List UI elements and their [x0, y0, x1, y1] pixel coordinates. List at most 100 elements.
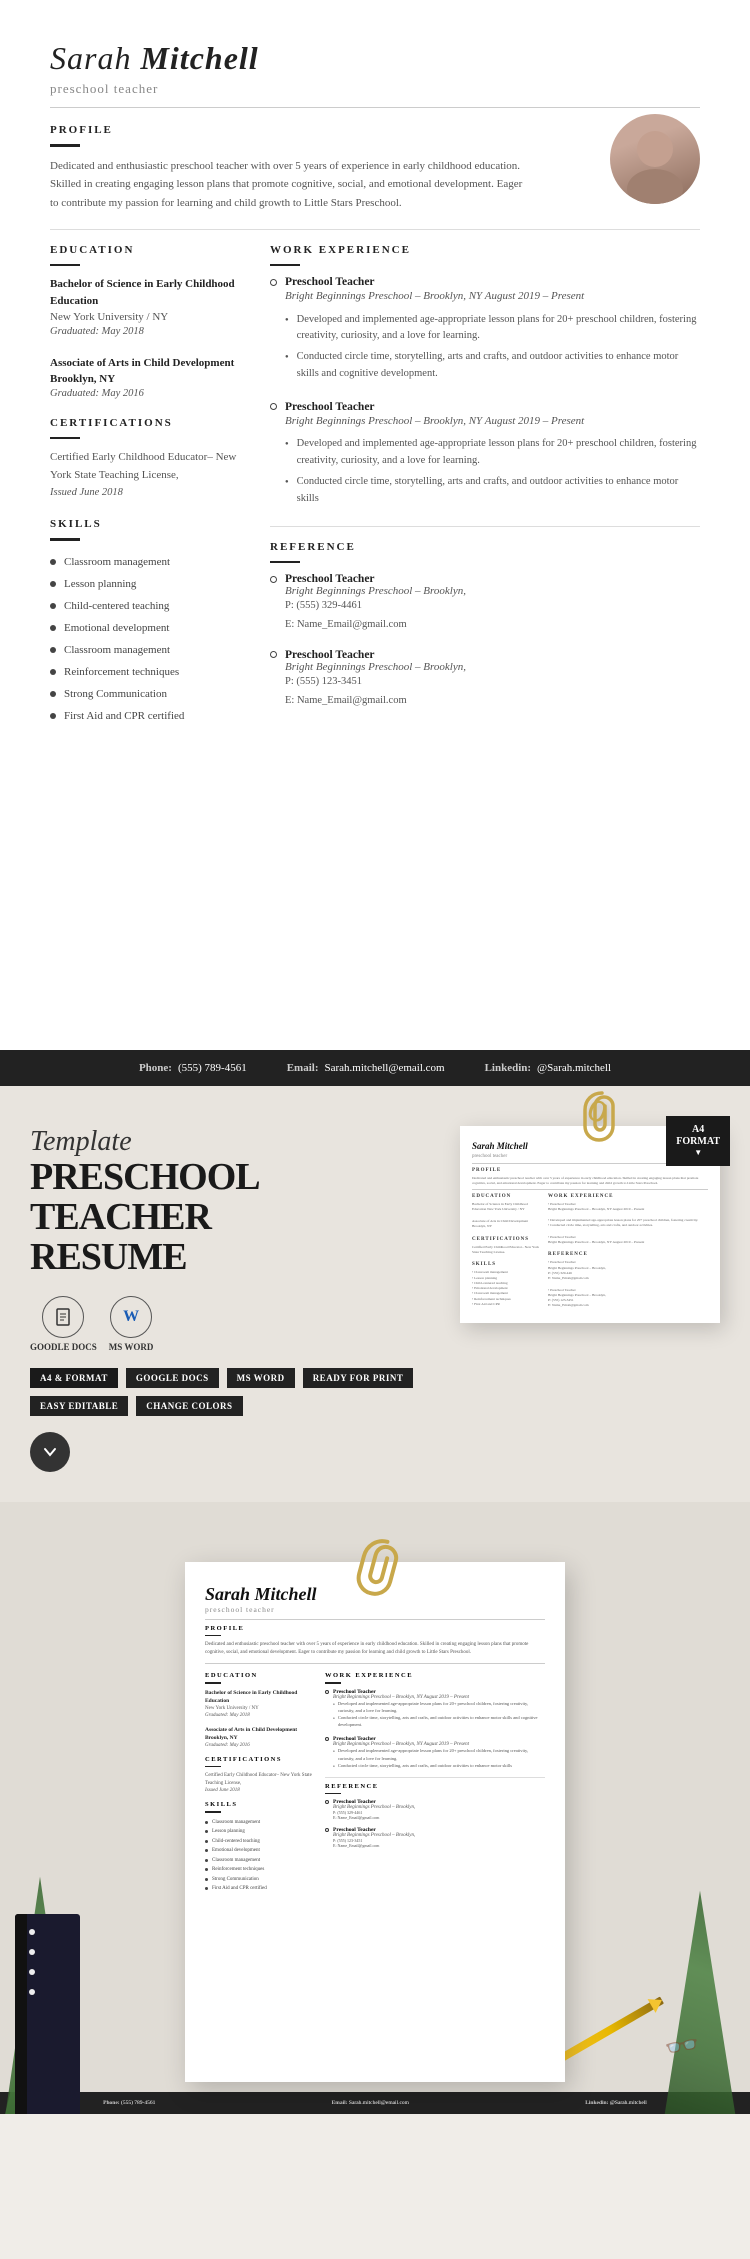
mini-resume: A4 FORMAT ▼ Sarah Mitchell preschool tea… — [460, 1126, 720, 1323]
p3-work-2: Preschool Teacher Bright Beginnings Pres… — [325, 1736, 545, 1769]
format-badge: A4 FORMAT ▼ — [666, 1116, 730, 1166]
p3-ref-title: REFERENCE — [325, 1783, 545, 1790]
mini-edu-text: Bachelor of Science in Early Childhood E… — [472, 1202, 542, 1213]
work-bullets-2: Developed and implemented age-appropriat… — [285, 436, 700, 507]
skill-text: Lesson planning — [64, 573, 136, 595]
p3-work-1: Preschool Teacher Bright Beginnings Pres… — [325, 1689, 545, 1729]
p3-edu-grad-1: Graduated: May 2018 — [205, 1713, 315, 1718]
format-badge-line1: A4 — [692, 1124, 704, 1135]
p3-edu-grad-2: Graduated: May 2016 — [205, 1743, 315, 1748]
avatar-image — [610, 114, 700, 204]
p3-linkedin-val: @Sarah.mitchell — [610, 2100, 647, 2106]
p3-skill-text: Classroom management — [212, 1818, 260, 1828]
skill-item: Classroom management — [50, 639, 250, 661]
p3-edu-2: Associate of Arts in Child Development B… — [205, 1726, 315, 1748]
p3-skill-text: Reinforcement techniques — [212, 1865, 264, 1875]
avatar — [610, 114, 700, 204]
p3-edu-1: Bachelor of Science in Early Childhood E… — [205, 1689, 315, 1719]
right-column: WORK EXPERIENCE Preschool Teacher Bright… — [270, 244, 700, 727]
p3-phone-val: (555) 789-4561 — [121, 2100, 155, 2106]
bullet — [50, 647, 56, 653]
p3-skill: Emotional development — [205, 1846, 315, 1856]
p3-work-underline — [325, 1682, 341, 1684]
mini-profile-text: Dedicated and enthusiastic preschool tea… — [472, 1176, 708, 1187]
skill-text: Classroom management — [64, 639, 170, 661]
header-title: preschool teacher — [50, 81, 259, 97]
ref-item-1: Preschool Teacher Bright Beginnings Pres… — [270, 573, 700, 635]
promo-inner: Template PRESCHOOL TEACHER RESUME — [30, 1126, 720, 1472]
p3-dot — [205, 1868, 208, 1871]
tag-3: MS WORD — [227, 1368, 295, 1388]
p3-bullets-2: Developed and implemented age-appropriat… — [333, 1747, 545, 1769]
resume-header: Sarah Mitchell preschool teacher — [50, 40, 700, 97]
phone-label: Phone: — [139, 1062, 172, 1074]
p3-cert-title: CERTIFICATIONS — [205, 1756, 315, 1763]
p3-skill: Classroom management — [205, 1818, 315, 1828]
format-badge-line2: FORMAT — [676, 1136, 720, 1147]
work-company-2: Bright Beginnings Preschool – Brooklyn, … — [285, 413, 700, 431]
footer-bar: Phone: (555) 789-4561 Email: Sarah.mitch… — [0, 1050, 750, 1086]
ref-underline — [270, 561, 300, 564]
ref-company-1: Bright Beginnings Preschool – Brooklyn, — [285, 585, 700, 597]
ms-word-icon: W — [110, 1296, 152, 1338]
ref-title-text: Preschool Teacher — [285, 649, 375, 661]
p3-skill: First Aid and CPR certified — [205, 1884, 315, 1894]
ref-circle — [270, 576, 277, 583]
profile-section: PROFILE Dedicated and enthusiastic presc… — [50, 124, 700, 213]
mini-edu-text-2: Associate of Arts in Child Development B… — [472, 1219, 542, 1230]
ref-title-text: Preschool Teacher — [285, 573, 375, 585]
promo-left: Template PRESCHOOL TEACHER RESUME — [30, 1126, 440, 1472]
last-name: Mitchell — [140, 40, 258, 76]
ref-email-2: E: Name_Email@gmail.com — [285, 692, 700, 711]
tag-5: EASY EDITABLE — [30, 1396, 128, 1416]
p3-dot — [205, 1859, 208, 1862]
two-col-section: EDUCATION Bachelor of Science in Early C… — [50, 244, 700, 727]
mini-work-title: WORK EXPERIENCE — [548, 1193, 708, 1200]
bullet — [50, 713, 56, 719]
edu-item-1: Bachelor of Science in Early Childhood E… — [50, 276, 250, 337]
work-item-1-title: Preschool Teacher — [270, 276, 700, 288]
left-column: EDUCATION Bachelor of Science in Early C… — [50, 244, 270, 727]
p3-skills-underline — [205, 1811, 221, 1813]
edu-item-2: Associate of Arts in Child Development B… — [50, 355, 250, 399]
p3-dot — [205, 1887, 208, 1890]
cert-title: CERTIFICATIONS — [50, 417, 250, 429]
ref-section-title: REFERENCE — [270, 541, 700, 553]
skill-item: First Aid and CPR certified — [50, 705, 250, 727]
p3-ref-email-1: E: Name_Email@gmail.com — [333, 1815, 545, 1820]
mini-ref-text: • Preschool TeacherBright Beginnings Pre… — [548, 1260, 708, 1281]
bullet — [50, 625, 56, 631]
mini-divider-2 — [472, 1189, 708, 1190]
scroll-button[interactable] — [30, 1432, 70, 1472]
edu-grad-1: Graduated: May 2018 — [50, 326, 250, 337]
p3-edu-school-1: New York University / NY — [205, 1705, 315, 1713]
work-circle — [270, 403, 277, 410]
google-docs-icon-item: GOODLE DOCS — [30, 1296, 97, 1352]
mini-cert-text: Certified Early Childhood Educator– New … — [472, 1245, 542, 1256]
ref-phone-2: P: (555) 123-3451 — [285, 673, 700, 692]
p3-col-left: EDUCATION Bachelor of Science in Early C… — [205, 1672, 315, 1894]
p3-ref-divider — [325, 1777, 545, 1778]
ref-divider — [270, 526, 700, 527]
mini-ref-text-2: • Preschool TeacherBright Beginnings Pre… — [548, 1288, 708, 1309]
p3-profile-title: PROFILE — [205, 1625, 545, 1632]
p3-dot — [205, 1878, 208, 1881]
mini-left: EDUCATION Bachelor of Science in Early C… — [472, 1193, 542, 1309]
skill-text: Emotional development — [64, 617, 169, 639]
ref-item-1-title: Preschool Teacher — [270, 573, 700, 585]
cert-underline — [50, 437, 80, 440]
email-label: Email: — [287, 1062, 319, 1074]
p3-ref-1: Preschool Teacher Bright Beginnings Pres… — [325, 1799, 545, 1820]
p3-edu-degree-1: Bachelor of Science in Early Childhood E… — [205, 1689, 315, 1706]
p3-edu-degree-2: Associate of Arts in Child Development B… — [205, 1726, 315, 1743]
paperclip-decoration — [577, 1088, 627, 1148]
edu-degree-1: Bachelor of Science in Early Childhood E… — [50, 276, 250, 309]
work-bullet: Developed and implemented age-appropriat… — [285, 312, 700, 346]
p3-bullet: Conducted circle time, storytelling, art… — [333, 1714, 545, 1728]
template-label: Template — [30, 1126, 440, 1158]
promo-title-line3: RESUME — [30, 1236, 187, 1278]
linkedin-value: @Sarah.mitchell — [537, 1062, 611, 1074]
promo-title-line2: TEACHER — [30, 1196, 211, 1238]
p3-skills-title: SKILLS — [205, 1801, 315, 1808]
page3-section: 👓 Sarah Mitchell preschool teacher PROFI… — [0, 1502, 750, 2114]
